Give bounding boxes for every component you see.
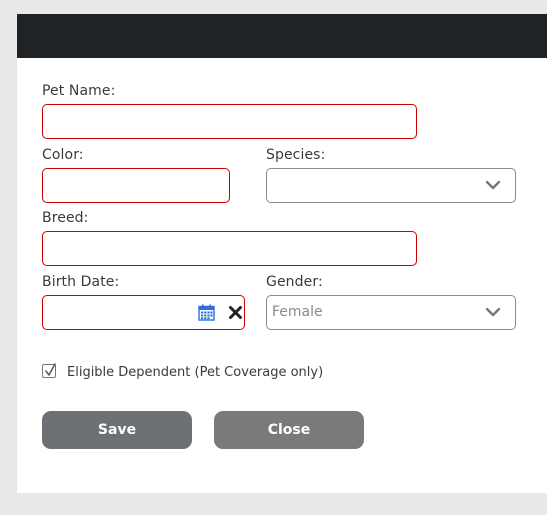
close-button[interactable]: Close — [214, 411, 364, 449]
birth-date-input[interactable] — [42, 295, 245, 330]
pet-dialog: Pet Name: Color: Species: Breed: Birth D… — [17, 14, 547, 493]
breed-label: Breed: — [42, 210, 89, 226]
breed-input[interactable] — [42, 231, 417, 266]
color-input[interactable] — [42, 168, 230, 203]
clear-icon[interactable] — [228, 305, 243, 320]
gender-label: Gender: — [266, 274, 323, 290]
gender-select[interactable]: Female — [266, 295, 516, 330]
eligible-dependent-label[interactable]: Eligible Dependent (Pet Coverage only) — [67, 365, 323, 380]
gender-value: Female — [272, 304, 323, 320]
color-label: Color: — [42, 147, 84, 163]
eligible-dependent-checkbox[interactable] — [42, 363, 56, 378]
species-select[interactable] — [266, 168, 516, 203]
save-button[interactable]: Save — [42, 411, 192, 449]
checkmark-icon — [45, 363, 56, 376]
calendar-icon[interactable] — [198, 304, 215, 321]
chevron-down-icon — [485, 180, 501, 190]
chevron-down-icon — [485, 307, 501, 317]
species-label: Species: — [266, 147, 326, 163]
pet-name-input[interactable] — [42, 104, 417, 139]
pet-name-label: Pet Name: — [42, 83, 116, 99]
dialog-header — [17, 14, 547, 58]
birth-date-label: Birth Date: — [42, 274, 120, 290]
